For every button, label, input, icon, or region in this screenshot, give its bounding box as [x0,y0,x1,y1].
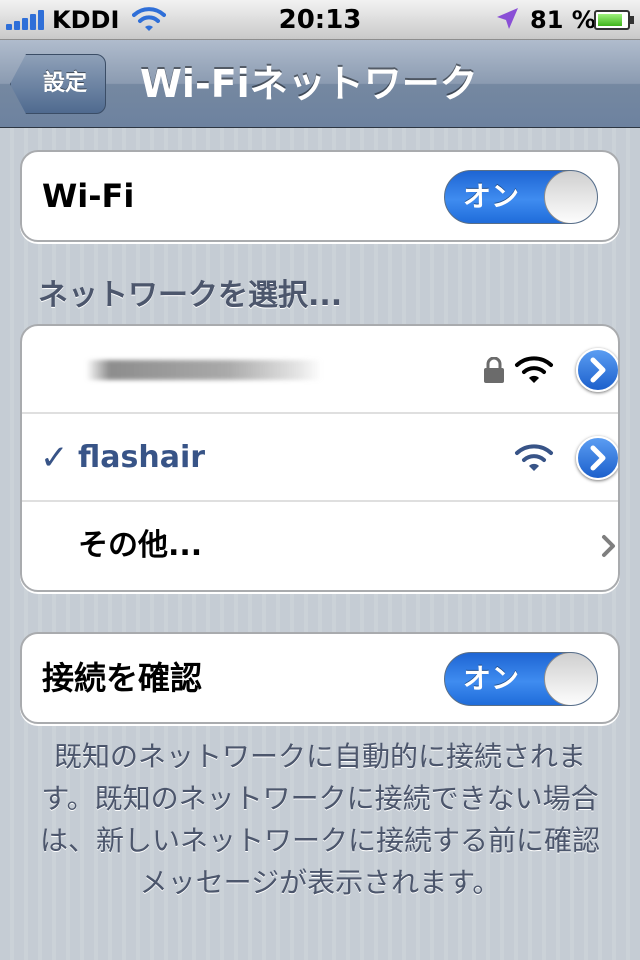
network-list: ✓ flashair その他... [20,324,620,592]
network-row-hidden-name[interactable] [22,326,618,414]
ask-to-join-label: 接続を確認 [42,659,203,697]
network-name: flashair [78,440,206,475]
ask-to-join-toggle-label: オン [463,662,520,695]
wifi-signal-icon [515,444,553,471]
choose-network-header: ネットワークを選択... [38,278,343,313]
page-title: Wi-Fiネットワーク [140,62,478,106]
wifi-toggle-group: Wi-Fi オン [20,150,620,242]
battery-icon [594,10,634,30]
wifi-toggle-label: オン [463,180,520,213]
location-services-icon [497,8,518,29]
wifi-toggle-knob[interactable] [544,171,597,223]
ask-to-join-group: 接続を確認 オン [20,632,620,724]
navigation-bar: 設定 Wi-Fiネットワーク [0,40,640,128]
ask-to-join-toggle-switch[interactable]: オン [444,652,598,706]
wifi-signal-icon [515,356,553,383]
blurred-network-name [86,360,322,380]
ask-to-join-description: 既知のネットワークに自動的に接続されます。既知のネットワークに接続できない場合は… [40,740,601,899]
wifi-label: Wi-Fi [42,177,135,215]
battery-percent: 81 % [530,6,596,34]
chevron-right-icon [602,535,615,557]
status-bar: KDDI 20:13 81 % [0,0,640,40]
network-detail-button[interactable] [576,436,618,480]
network-row-flashair[interactable]: ✓ flashair [22,414,618,502]
ask-to-join-row: 接続を確認 オン [22,634,618,722]
other-network-row[interactable]: その他... [22,502,618,590]
wifi-row: Wi-Fi オン [22,152,618,240]
chevron-right-icon [590,445,606,471]
checkmark-icon: ✓ [40,438,69,478]
chevron-right-icon [590,357,606,383]
other-network-label: その他... [78,528,203,563]
wifi-toggle-switch[interactable]: オン [444,170,598,224]
network-detail-button[interactable] [576,348,618,392]
ask-to-join-toggle-knob[interactable] [544,653,597,705]
lock-icon [484,357,504,383]
back-button[interactable]: 設定 [10,54,106,114]
